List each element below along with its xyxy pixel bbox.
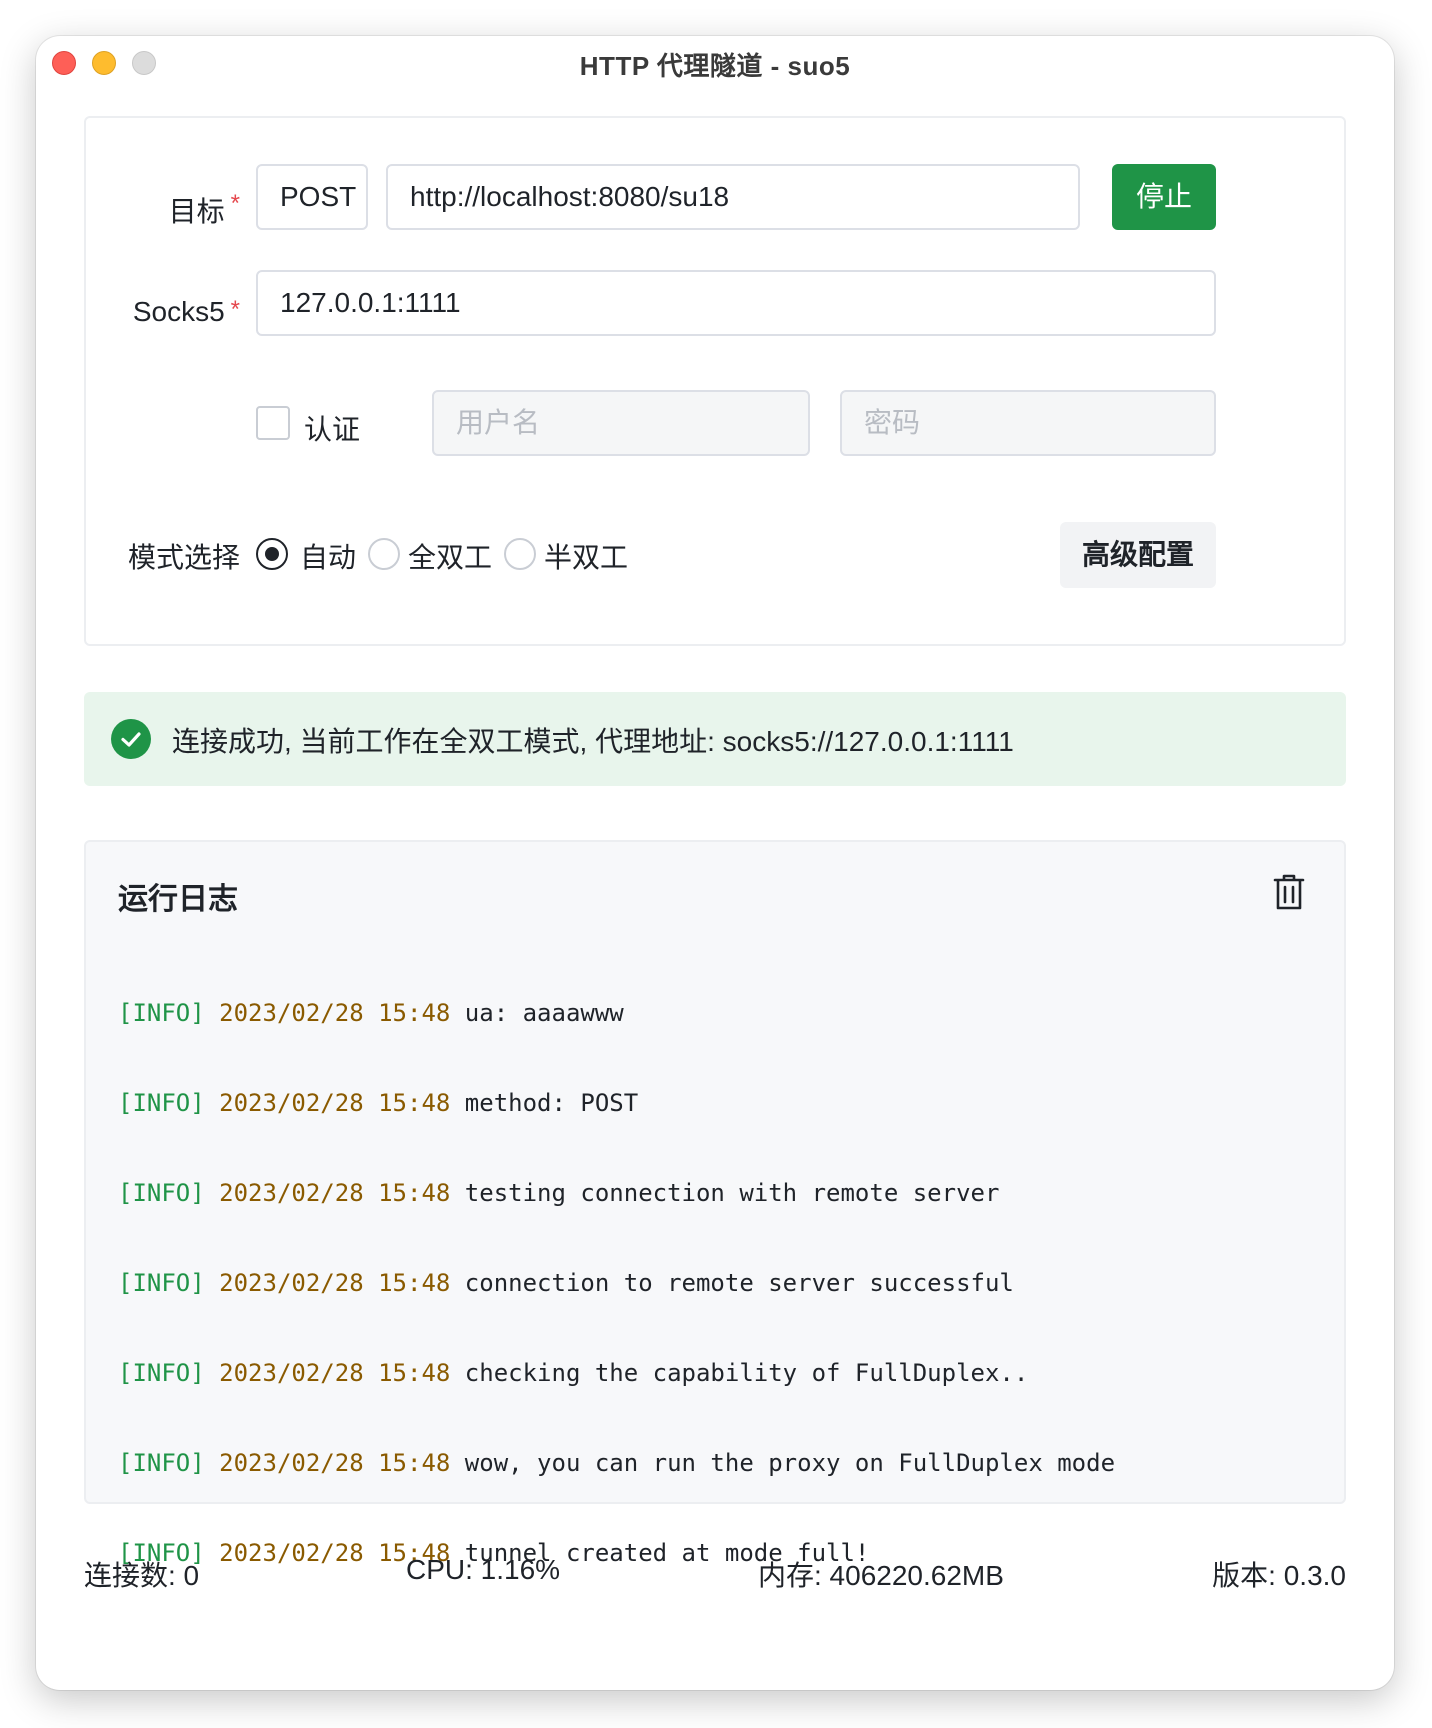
- socks5-label-text: Socks5: [132, 296, 225, 327]
- log-time: 2023/02/28 15:48: [219, 1269, 451, 1297]
- log-time: 2023/02/28 15:48: [219, 999, 451, 1027]
- mode-radio-auto[interactable]: [256, 538, 288, 570]
- trash-icon[interactable]: [1272, 872, 1306, 912]
- mode-label-auto: 自动: [300, 542, 357, 573]
- log-output: [INFO] 2023/02/28 15:48 ua: aaaawww [INF…: [118, 938, 1115, 1628]
- mode-label-full-duplex: 全双工: [408, 542, 493, 573]
- log-message: testing connection with remote server: [464, 1179, 1000, 1207]
- log-time: 2023/02/28 15:48: [219, 1089, 451, 1117]
- advanced-config-button[interactable]: 高级配置: [1060, 522, 1216, 588]
- log-line: [INFO] 2023/02/28 15:48 wow, you can run…: [118, 1448, 1115, 1478]
- target-label-text: 目标: [168, 196, 225, 227]
- mode-radio-full-duplex[interactable]: [368, 538, 400, 570]
- check-circle-icon: [111, 719, 151, 759]
- log-level: [INFO]: [118, 1359, 205, 1387]
- mode-label: 模式选择: [127, 542, 240, 573]
- log-message: method: POST: [464, 1089, 639, 1117]
- config-form: 目标 * POST http://localhost:8080/su18 停止 S…: [84, 116, 1346, 646]
- log-panel: 运行日志 [INFO] 2023/02/28 15:48 ua: aaaawww…: [84, 840, 1346, 1567]
- log-time: 2023/02/28 15:48: [219, 1359, 451, 1387]
- password-input[interactable]: 密码: [840, 390, 1216, 456]
- log-message: wow, you can run the proxy on FullDuplex…: [464, 1449, 1116, 1477]
- log-message: connection to remote server successful: [464, 1269, 1014, 1297]
- log-message: ua: aaaawww: [464, 999, 624, 1027]
- username-input[interactable]: 用户名: [432, 390, 810, 456]
- method-select[interactable]: POST: [256, 164, 368, 230]
- log-message: checking the capability of FullDuplex..: [464, 1359, 1029, 1387]
- auth-checkbox[interactable]: [256, 406, 290, 440]
- alert-message: 连接成功, 当前工作在全双工模式, 代理地址: socks5://127.0.0…: [172, 726, 1014, 757]
- status-connections: 连接数: 0: [84, 1560, 200, 1591]
- log-level: [INFO]: [118, 1269, 205, 1297]
- required-mark: *: [230, 190, 240, 217]
- log-line: [INFO] 2023/02/28 15:48 testing connecti…: [118, 1178, 1115, 1208]
- log-line: [INFO] 2023/02/28 15:48 ua: aaaawww: [118, 998, 1115, 1028]
- log-line: [INFO] 2023/02/28 15:48 connection to re…: [118, 1268, 1115, 1298]
- target-url-input[interactable]: http://localhost:8080/su18: [386, 164, 1080, 230]
- log-level: [INFO]: [118, 1089, 205, 1117]
- log-time: 2023/02/28 15:48: [219, 1179, 451, 1207]
- socks5-address-input[interactable]: 127.0.0.1:1111: [256, 270, 1216, 336]
- socks5-label: Socks5 *: [86, 296, 240, 328]
- log-title: 运行日志: [118, 883, 238, 916]
- required-mark: *: [230, 296, 240, 323]
- success-alert: 连接成功, 当前工作在全双工模式, 代理地址: socks5://127.0.0…: [84, 692, 1346, 786]
- mode-label-half-duplex: 半双工: [544, 542, 629, 573]
- status-cpu: CPU: 1.16%: [406, 1554, 561, 1585]
- log-line: [INFO] 2023/02/28 15:48 method: POST: [118, 1088, 1115, 1118]
- title-bar: HTTP 代理隧道 - suo5: [36, 36, 1394, 92]
- mode-radio-half-duplex[interactable]: [504, 538, 536, 570]
- target-label: 目标 *: [86, 190, 240, 230]
- log-level: [INFO]: [118, 999, 205, 1027]
- app-window: HTTP 代理隧道 - suo5 目标 * POST http://localho…: [36, 36, 1394, 1690]
- log-time: 2023/02/28 15:48: [219, 1449, 451, 1477]
- auth-label: 认证: [304, 414, 361, 445]
- log-level: [INFO]: [118, 1449, 205, 1477]
- status-version: 版本: 0.3.0: [1212, 1560, 1346, 1591]
- window-title: HTTP 代理隧道 - suo5: [579, 51, 851, 81]
- status-memory: 内存: 406220.62MB: [758, 1560, 1004, 1591]
- log-line: [INFO] 2023/02/28 15:48 checking the cap…: [118, 1358, 1115, 1388]
- stop-button[interactable]: 停止: [1112, 164, 1216, 230]
- log-level: [INFO]: [118, 1179, 205, 1207]
